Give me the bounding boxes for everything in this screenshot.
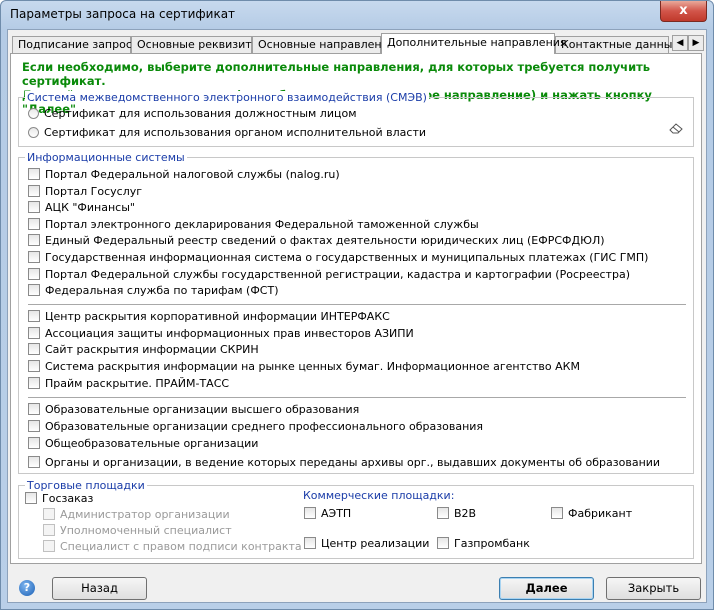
dialog-window: Параметры запроса на сертификат x Подпис…: [0, 0, 714, 610]
checkbox-akm[interactable]: Система раскрытия информации на рынке це…: [28, 359, 580, 375]
checkbox-fst[interactable]: Федеральная служба по тарифам (ФСТ): [28, 283, 279, 299]
checkbox[interactable]: [28, 268, 40, 280]
checkbox-ack-finance[interactable]: АЦК "Финансы": [28, 200, 135, 216]
checkbox[interactable]: [28, 360, 40, 372]
checkbox-archives[interactable]: Органы и организации, в ведение которых …: [28, 455, 660, 471]
checkbox[interactable]: [437, 507, 449, 519]
checkbox-interfax[interactable]: Центр раскрытия корпоративной информации…: [28, 309, 390, 325]
checkbox-higher-education[interactable]: Образовательные организации высшего обра…: [28, 402, 359, 418]
tab-contact-data[interactable]: Контактные данные: [555, 36, 679, 53]
commercial-platforms-label: Коммерческие площадки:: [303, 489, 455, 502]
checkbox[interactable]: [25, 492, 37, 504]
checkbox[interactable]: [437, 537, 449, 549]
checkbox-gazprombank[interactable]: Газпромбанк: [437, 536, 530, 552]
tab-scroll-left-icon[interactable]: ◀: [672, 35, 688, 51]
checkbox-signing-specialist[interactable]: Специалист с правом подписи контракта: [43, 539, 302, 555]
checkbox-authorized-specialist[interactable]: Уполномоченный специалист: [43, 523, 232, 539]
checkbox[interactable]: [28, 437, 40, 449]
trading-platforms-group: Торговые площадки Госзаказ Администратор…: [18, 479, 694, 559]
checkbox-vocational-education[interactable]: Образовательные организации среднего про…: [28, 419, 483, 435]
checkbox-fabrikant[interactable]: Фабрикант: [551, 506, 632, 522]
info-systems-legend: Информационные системы: [25, 151, 187, 164]
checkbox[interactable]: [28, 310, 40, 322]
window-close-button[interactable]: x: [660, 1, 707, 22]
notice-line-1: Если необходимо, выберите дополнительные…: [22, 60, 651, 88]
eraser-icon[interactable]: [669, 122, 683, 134]
checkbox[interactable]: [28, 343, 40, 355]
checkbox[interactable]: [28, 234, 40, 246]
info-systems-group: Информационные системы Портал Федерально…: [18, 151, 694, 474]
checkbox-goszakaz[interactable]: Госзаказ: [25, 491, 93, 507]
next-button[interactable]: Далее: [499, 577, 594, 600]
smev-option-authority[interactable]: Сертификат для использования органом исп…: [28, 125, 426, 141]
checkbox[interactable]: [43, 540, 55, 552]
checkbox[interactable]: [551, 507, 563, 519]
checkbox-customs-portal[interactable]: Портал электронного декларирования Федер…: [28, 217, 479, 233]
divider: [28, 304, 686, 306]
checkbox-aetp[interactable]: АЭТП: [304, 506, 351, 522]
tab-main-directions[interactable]: Основные направления: [252, 36, 395, 53]
tab-page: Если необходимо, выберите дополнительные…: [10, 53, 702, 564]
checkbox[interactable]: [28, 201, 40, 213]
checkbox[interactable]: [28, 218, 40, 230]
checkbox[interactable]: [28, 251, 40, 263]
checkbox[interactable]: [28, 168, 40, 180]
divider: [28, 397, 686, 399]
smev-group: Система межведомственного электронного в…: [18, 91, 694, 147]
checkbox[interactable]: [304, 537, 316, 549]
radio-button[interactable]: [28, 127, 39, 138]
checkbox[interactable]: [43, 508, 55, 520]
tab-scroll-right-icon[interactable]: ▶: [688, 35, 704, 51]
checkbox-general-education[interactable]: Общеобразовательные организации: [28, 436, 258, 452]
checkbox-efrsfdul[interactable]: Единый Федеральный реестр сведений о фак…: [28, 233, 605, 249]
checkbox-sales-center[interactable]: Центр реализации: [304, 536, 429, 552]
checkbox[interactable]: [28, 403, 40, 415]
help-icon[interactable]: ?: [19, 580, 35, 596]
button-bar: ? Назад Далее Закрыть: [8, 566, 706, 602]
tab-additional-directions[interactable]: Дополнительные направления: [381, 33, 567, 54]
radio-button[interactable]: [28, 108, 39, 119]
checkbox-prime-tass[interactable]: Прайм раскрытие. ПРАЙМ-ТАСС: [28, 376, 229, 392]
checkbox-b2b[interactable]: B2B: [437, 506, 476, 522]
checkbox[interactable]: [28, 185, 40, 197]
close-button[interactable]: Закрыть: [606, 577, 701, 600]
window-title: Параметры запроса на сертификат: [10, 7, 236, 21]
smev-legend: Система межведомственного электронного в…: [25, 91, 429, 104]
tab-signing[interactable]: Подписание запроса: [12, 36, 139, 53]
back-button[interactable]: Назад: [52, 577, 147, 600]
checkbox[interactable]: [304, 507, 316, 519]
tab-strip: Подписание запроса Основные реквизиты Ос…: [10, 33, 704, 54]
checkbox[interactable]: [28, 284, 40, 296]
checkbox-skrin[interactable]: Сайт раскрытия информации СКРИН: [28, 342, 259, 358]
checkbox-gis-gmp[interactable]: Государственная информационная система о…: [28, 250, 648, 266]
dialog-body: Подписание запроса Основные реквизиты Ос…: [7, 29, 707, 603]
checkbox[interactable]: [28, 327, 40, 339]
tab-main-details[interactable]: Основные реквизиты: [131, 36, 260, 53]
checkbox-gosuslugi[interactable]: Портал Госуслуг: [28, 184, 142, 200]
title-bar[interactable]: Параметры запроса на сертификат x: [1, 1, 713, 29]
smev-option-official[interactable]: Сертификат для использования должностным…: [28, 106, 357, 122]
checkbox-rosreestr[interactable]: Портал Федеральной службы государственно…: [28, 267, 630, 283]
checkbox-nalog[interactable]: Портал Федеральной налоговой службы (nal…: [28, 167, 340, 183]
checkbox[interactable]: [28, 377, 40, 389]
checkbox-org-admin[interactable]: Администратор организации: [43, 507, 230, 523]
checkbox[interactable]: [28, 420, 40, 432]
checkbox[interactable]: [43, 524, 55, 536]
checkbox[interactable]: [28, 456, 40, 468]
checkbox-azipi[interactable]: Ассоциация защиты информационных прав ин…: [28, 326, 414, 342]
